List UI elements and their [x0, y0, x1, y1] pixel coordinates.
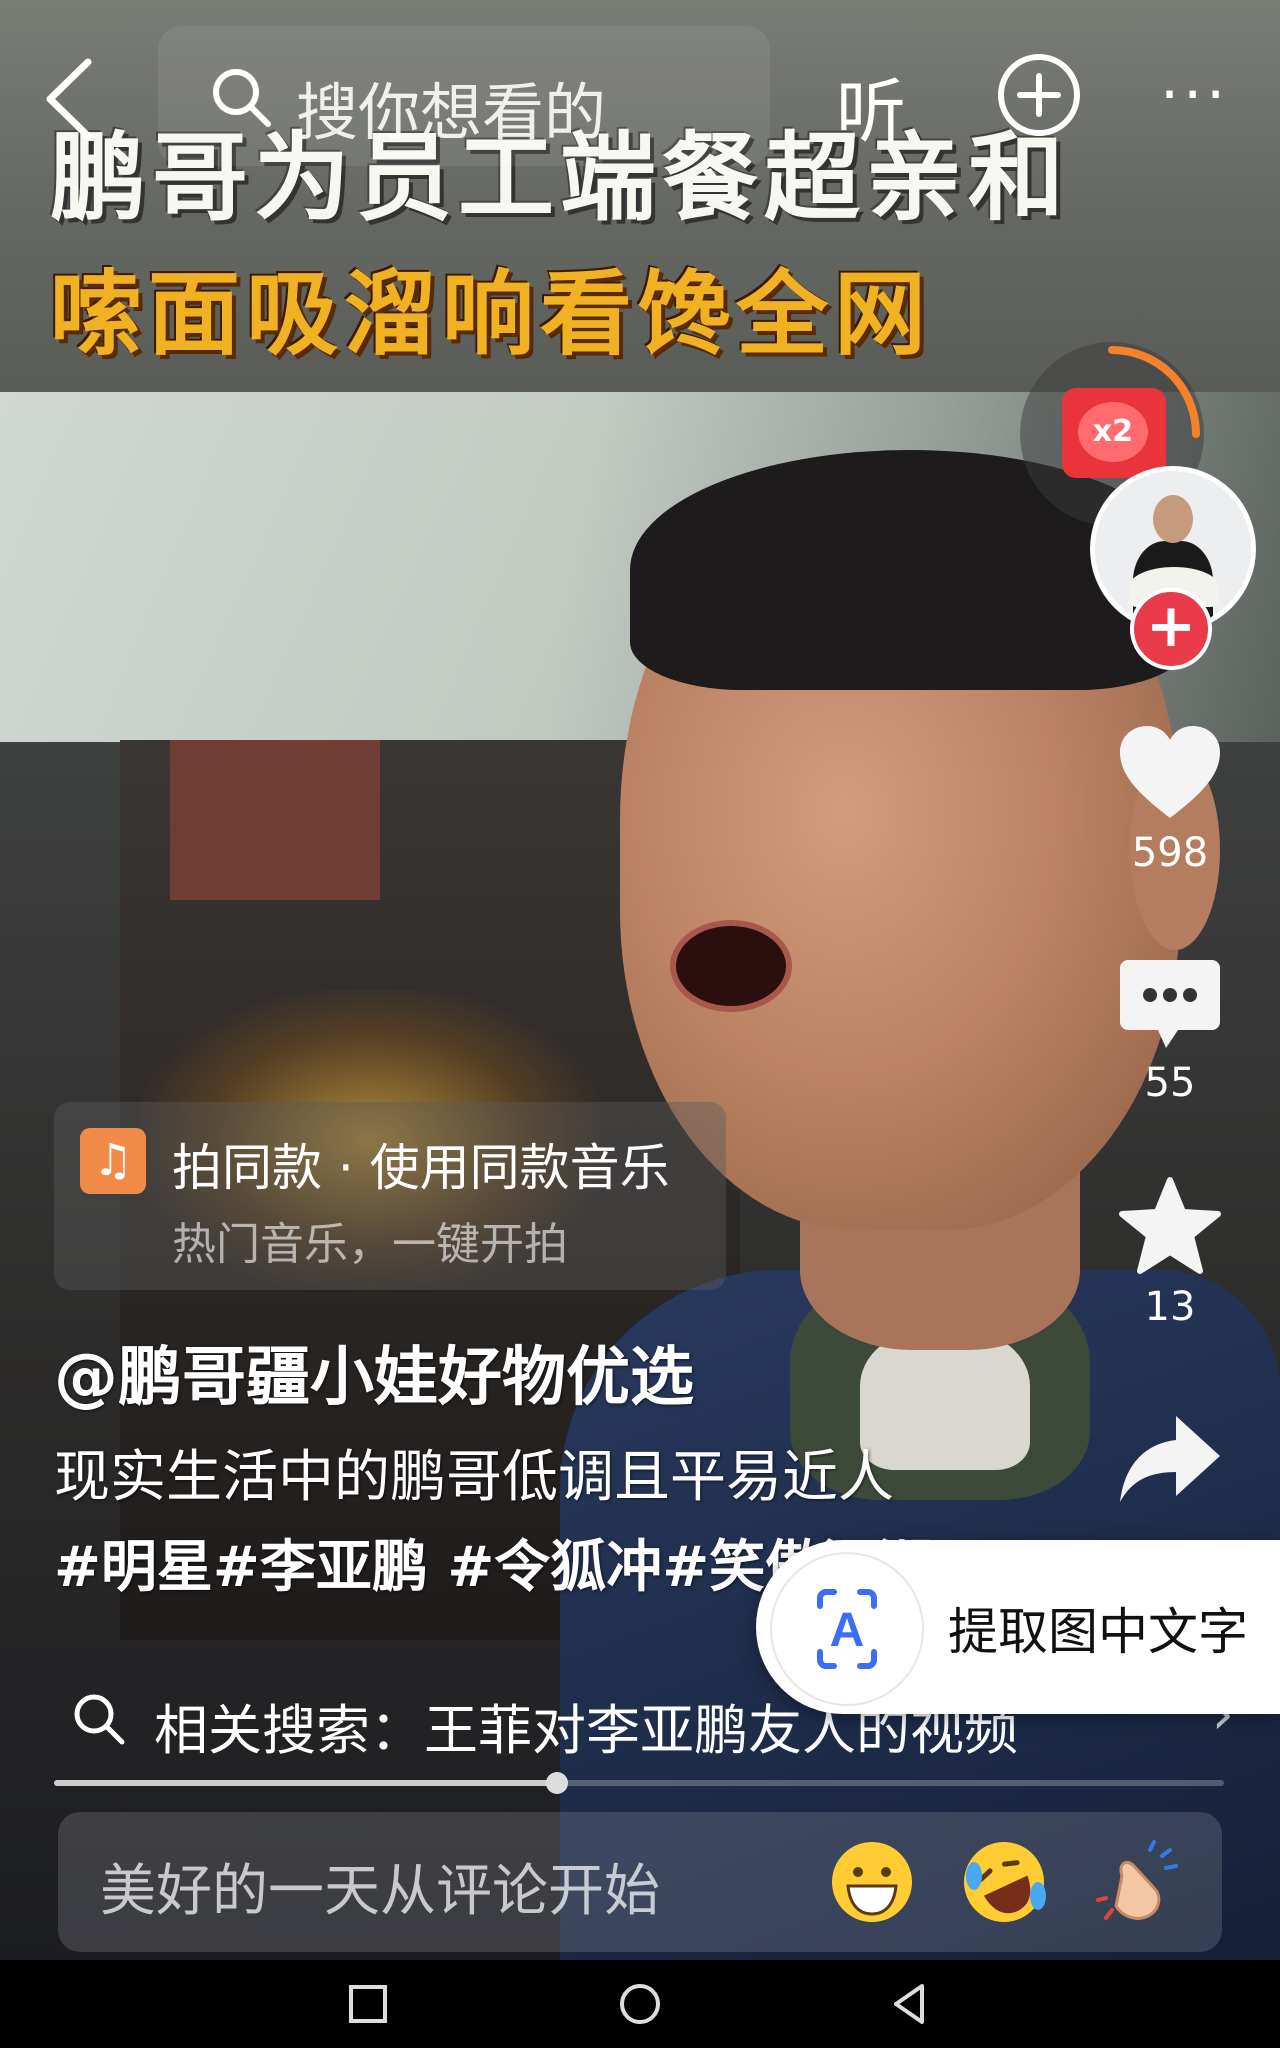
recent-apps-icon[interactable]	[342, 1978, 394, 2030]
system-navigation-bar	[0, 1960, 1280, 2048]
listen-button[interactable]: 听	[836, 56, 906, 157]
background-red-panel	[170, 740, 380, 900]
more-options-icon[interactable]: ···	[1160, 60, 1229, 130]
rolling-laughing-face-emoji-icon[interactable]	[958, 1836, 1050, 1928]
grinning-face-emoji-icon[interactable]	[826, 1836, 918, 1928]
share-button[interactable]	[1100, 1410, 1240, 1510]
like-button[interactable]: 598	[1100, 722, 1240, 876]
reward-multiplier: x2	[1078, 402, 1148, 462]
search-placeholder: 搜你想看的	[296, 76, 607, 149]
clapping-hands-emoji-icon[interactable]	[1092, 1836, 1184, 1928]
share-arrow-icon	[1120, 1416, 1220, 1502]
comment-button[interactable]: 55	[1100, 956, 1240, 1106]
home-icon[interactable]	[614, 1978, 666, 2030]
back-arrow-icon[interactable]	[36, 54, 106, 144]
favorite-count: 13	[1144, 1284, 1196, 1330]
comment-placeholder: 美好的一天从评论开始	[100, 1859, 660, 1924]
music-chip-title: 拍同款 · 使用同款音乐	[172, 1139, 670, 1197]
video-description: 现实生活中的鹏哥低调且平易近人	[54, 1445, 894, 1510]
like-count: 598	[1131, 830, 1209, 876]
back-triangle-icon[interactable]	[884, 1978, 936, 2030]
progress-knob[interactable]	[546, 1772, 569, 1794]
add-circle-icon[interactable]	[994, 50, 1084, 140]
comment-input[interactable]: 美好的一天从评论开始	[58, 1812, 1222, 1952]
svg-text:A: A	[830, 1604, 865, 1657]
star-icon	[1119, 1177, 1221, 1274]
video-progress-bar[interactable]	[54, 1772, 1224, 1794]
music-note-icon: ♫	[80, 1128, 146, 1194]
music-chip-subtitle: 热门音乐，一键开拍	[172, 1219, 568, 1270]
heart-icon	[1120, 726, 1220, 818]
search-icon	[74, 1694, 125, 1745]
text-scan-icon: A	[770, 1552, 924, 1706]
follow-button[interactable]: +	[1130, 588, 1212, 670]
author-name[interactable]: @鹏哥疆小娃好物优选	[54, 1326, 694, 1418]
favorite-button[interactable]: 13	[1100, 1176, 1240, 1330]
extract-text-popup[interactable]: A 提取图中文字	[756, 1540, 1280, 1714]
use-same-music-chip[interactable]: ♫ 拍同款 · 使用同款音乐 热门音乐，一键开拍	[54, 1102, 726, 1290]
progress-fill	[54, 1780, 558, 1786]
search-box[interactable]: 搜你想看的	[158, 26, 770, 166]
comment-count: 55	[1144, 1060, 1196, 1106]
comment-bubble-icon	[1120, 960, 1220, 1048]
search-icon	[208, 64, 274, 130]
extract-text-label: 提取图中文字	[948, 1603, 1248, 1661]
